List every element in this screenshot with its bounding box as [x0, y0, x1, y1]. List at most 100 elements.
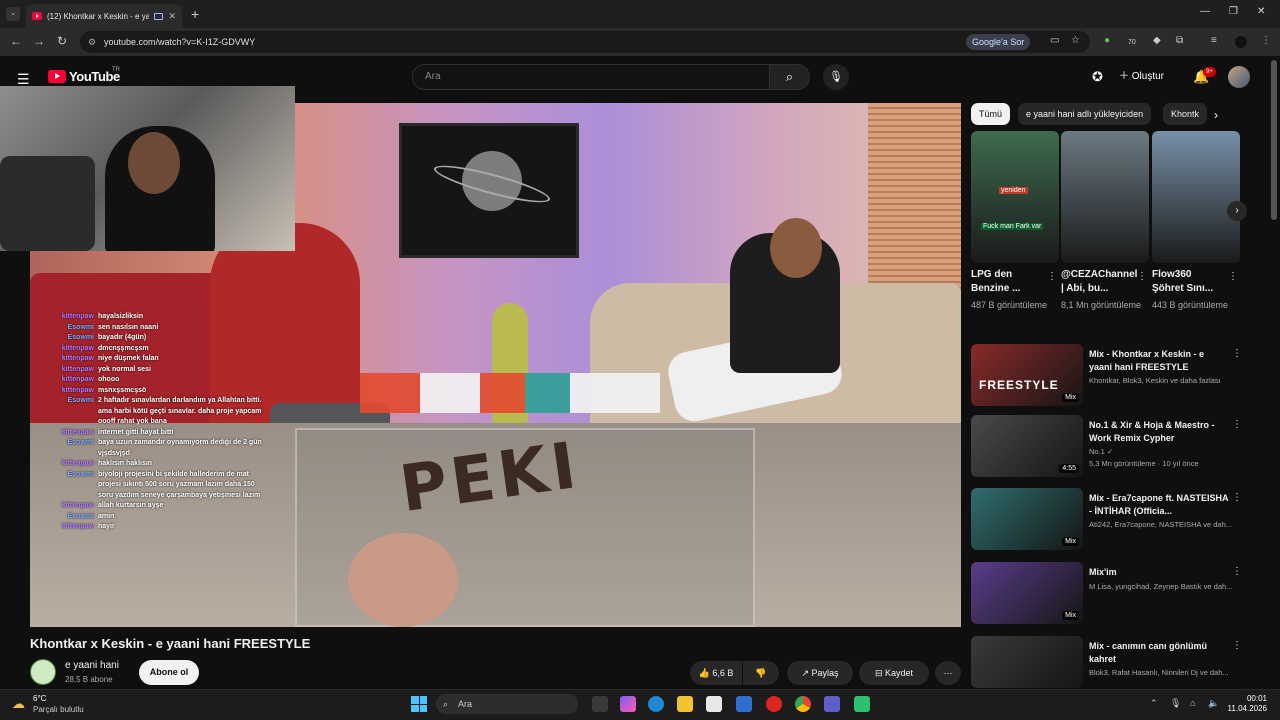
browser-menu-icon[interactable]: ⋮: [1261, 35, 1271, 46]
close-window-icon[interactable]: ✕: [1257, 6, 1265, 17]
create-button[interactable]: ＋ Oluştur: [1119, 65, 1164, 89]
recommendation-title[interactable]: Mix'im: [1089, 566, 1229, 579]
voice-search-button[interactable]: 🎙: [823, 64, 849, 90]
search-button[interactable]: ⌕: [770, 64, 810, 90]
chip-uploader[interactable]: e yaani hani adlı yükleyiciden: [1018, 103, 1152, 125]
page-scrollbar[interactable]: [1271, 60, 1277, 220]
account-avatar[interactable]: [1228, 66, 1250, 88]
mic-tray-icon[interactable]: 🎙: [1170, 698, 1181, 709]
short-title[interactable]: @CEZAChannel | Abi, bu...: [1061, 268, 1137, 296]
short-card[interactable]: @CEZAChannel | Abi, bu... 8,1 Mn görüntül…: [1061, 131, 1149, 312]
chevron-right-icon[interactable]: ›: [1214, 108, 1218, 122]
recommendation-thumbnail[interactable]: Mix: [971, 488, 1083, 550]
store-icon[interactable]: [706, 696, 722, 712]
reading-list-icon[interactable]: ≡: [1211, 35, 1217, 46]
recommendation-thumbnail[interactable]: Mix: [971, 562, 1083, 624]
extension-shield-icon[interactable]: ●: [1104, 35, 1110, 46]
more-icon[interactable]: ⋮: [1047, 271, 1057, 282]
google-ask-button[interactable]: Google'a Sor: [966, 34, 1031, 50]
recommendation-title[interactable]: Mix - Khontkar x Keskin - e yaani hani F…: [1089, 348, 1229, 374]
share-button[interactable]: ↗ Paylaş: [787, 661, 853, 685]
tray-chevron-icon[interactable]: ⌃: [1150, 698, 1158, 709]
recommendation-title[interactable]: Mix - Era7capone ft. NASTEISHA - İNTİHAR…: [1089, 492, 1229, 518]
more-icon[interactable]: ⋮: [1232, 640, 1242, 651]
restore-icon[interactable]: ❐: [1229, 6, 1238, 17]
more-icon[interactable]: ⋮: [1137, 271, 1147, 282]
windows-start-icon[interactable]: [411, 696, 427, 712]
recommendation-thumbnail[interactable]: 4:55: [971, 415, 1083, 477]
extension-diamond-icon[interactable]: ◆: [1153, 35, 1161, 46]
recommendation-item[interactable]: Mix - canımın canı gönlümü kahret Blok3, …: [971, 636, 1246, 688]
short-title[interactable]: LPG den Benzine ...: [971, 268, 1041, 296]
extensions-puzzle-icon[interactable]: ⧉: [1176, 35, 1183, 46]
more-icon[interactable]: ⋮: [1232, 566, 1242, 577]
more-icon[interactable]: ⋮: [1232, 492, 1242, 503]
volume-icon[interactable]: 🔈: [1208, 698, 1219, 709]
more-actions-button[interactable]: ⋯: [935, 661, 961, 685]
channel-name[interactable]: e yaani hani: [65, 660, 119, 671]
recommendation-title[interactable]: No.1 & Xir & Hoja & Maestro - Work Remix…: [1089, 419, 1229, 445]
clock-date: 11.04.2026: [1227, 704, 1267, 713]
chat-message: kittenpaw haklısın haklısın: [52, 459, 292, 470]
recommendation-item[interactable]: Mix Mix - Era7capone ft. NASTEISHA - İNTİ…: [971, 488, 1246, 554]
search-input[interactable]: Ara: [412, 64, 770, 90]
weather-desc[interactable]: Parçalı bulutlu: [33, 705, 84, 714]
save-button[interactable]: ⊟ Kaydet: [859, 661, 929, 685]
short-thumbnail[interactable]: [1152, 131, 1240, 263]
subscribe-button[interactable]: Abone ol: [139, 660, 199, 685]
minimize-icon[interactable]: —: [1200, 6, 1210, 17]
channel-avatar[interactable]: [30, 659, 56, 685]
more-icon[interactable]: ⋮: [1232, 419, 1242, 430]
reload-icon[interactable]: ↻: [57, 34, 67, 48]
cast-icon[interactable]: ▭: [1050, 35, 1059, 46]
forward-icon[interactable]: →: [33, 34, 45, 48]
short-thumbnail[interactable]: yeniden Fuck man Fark var: [971, 131, 1059, 263]
media-playing-icon[interactable]: [154, 12, 164, 20]
weather-temp[interactable]: 6°C: [33, 694, 46, 703]
like-button[interactable]: 👍 6,6 B: [690, 661, 742, 685]
short-title[interactable]: Flow360 Şöhret Sını...: [1152, 268, 1222, 296]
short-views: 8,1 Mn görüntüleme: [1061, 300, 1142, 310]
browser-tab-active[interactable]: (12) Khontkar x Keskin - e yaani ✕: [26, 4, 182, 28]
opera-icon[interactable]: [766, 696, 782, 712]
recommendation-item[interactable]: FREESTYLE Mix Mix - Khontkar x Keskin - e …: [971, 344, 1246, 410]
short-card[interactable]: yeniden Fuck man Fark var LPG den Benzine …: [971, 131, 1059, 312]
recommendation-title[interactable]: Mix - canımın canı gönlümü kahret: [1089, 640, 1229, 666]
profile-icon[interactable]: [1235, 36, 1247, 48]
site-info-icon[interactable]: ⚙: [88, 31, 96, 53]
edge-icon[interactable]: [648, 696, 664, 712]
chip-all[interactable]: Tümü: [971, 103, 1011, 125]
new-tab-button[interactable]: +: [191, 6, 199, 22]
taskbar-search[interactable]: ⌕ Ara: [436, 694, 578, 714]
shorts-next-button[interactable]: ›: [1227, 201, 1247, 221]
short-card[interactable]: Flow360 Şöhret Sını... 443 B görüntüleme ⋮: [1152, 131, 1240, 312]
short-thumbnail[interactable]: [1061, 131, 1149, 263]
gaming-chair: [0, 156, 95, 251]
youtube-logo[interactable]: YouTube: [48, 69, 120, 84]
recommendation-item[interactable]: 4:55 No.1 & Xir & Hoja & Maestro - Work R…: [971, 415, 1246, 481]
taskbar-clock[interactable]: 00:01 11.04.2026: [1227, 694, 1267, 714]
more-icon[interactable]: ⋮: [1228, 271, 1238, 282]
recommendation-thumbnail[interactable]: FREESTYLE Mix: [971, 344, 1083, 406]
address-bar[interactable]: ⚙ youtube.com/watch?v=K-I1Z-GDVWY: [80, 31, 1090, 53]
mail-icon[interactable]: [736, 696, 752, 712]
app-icon[interactable]: [854, 696, 870, 712]
weather-cloud-sun-icon[interactable]: ☁: [12, 696, 25, 712]
cast-tv-icon[interactable]: ✪: [1092, 69, 1103, 85]
close-tab-icon[interactable]: ✕: [168, 11, 176, 22]
recommendation-thumbnail[interactable]: [971, 636, 1083, 688]
more-icon[interactable]: ⋮: [1232, 348, 1242, 359]
task-view-icon[interactable]: [592, 696, 608, 712]
chrome-icon[interactable]: [795, 696, 811, 712]
bookmark-star-icon[interactable]: ☆: [1071, 35, 1080, 46]
network-icon[interactable]: ⌂: [1190, 698, 1195, 708]
recommendation-item[interactable]: Mix Mix'im M Lisa, yungcihad, Zeynep Bastı…: [971, 562, 1246, 628]
copilot-icon[interactable]: [620, 696, 636, 712]
back-icon[interactable]: ←: [10, 34, 22, 48]
chip-khontkar[interactable]: Khontk: [1163, 103, 1207, 125]
dislike-button[interactable]: 👎: [743, 661, 779, 685]
teams-icon[interactable]: [824, 696, 840, 712]
tab-search-dropdown-icon[interactable]: ⌄: [6, 7, 20, 21]
extension-badge[interactable]: 70: [1128, 39, 1136, 46]
file-explorer-icon[interactable]: [677, 696, 693, 712]
